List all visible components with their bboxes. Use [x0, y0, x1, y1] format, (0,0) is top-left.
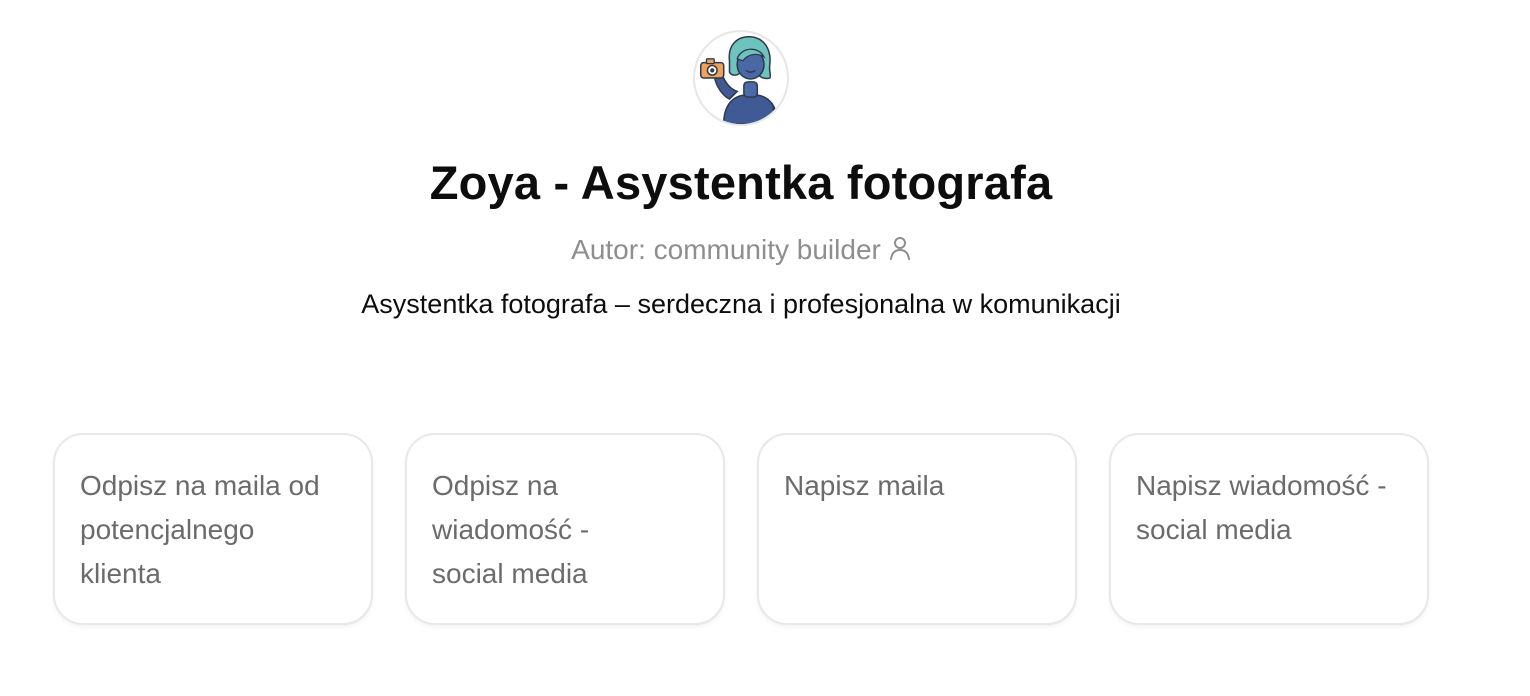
author-row: Autor: community builder: [0, 231, 1482, 269]
photographer-assistant-avatar-icon: [699, 36, 779, 124]
prompt-card-reply-client-email[interactable]: Odpisz na maila od potencjalnego klienta: [53, 433, 373, 625]
gpt-avatar: [693, 30, 789, 126]
prompt-card-label: Odpisz na maila od potencjalnego klienta: [80, 470, 320, 589]
author-label: Autor: community builder: [571, 234, 881, 265]
prompt-card-write-social-message[interactable]: Napisz wiadomość - social media: [1109, 433, 1429, 625]
gpt-title: Zoya - Asystentka fotografa: [429, 156, 1053, 209]
prompt-card-reply-social-message[interactable]: Odpisz na wiadomość - social media: [405, 433, 725, 625]
person-icon: [889, 233, 911, 260]
gpt-description: Asystentka fotografa – serdeczna i profe…: [361, 289, 1121, 319]
prompt-card-write-email[interactable]: Napisz maila: [757, 433, 1077, 625]
prompt-card-label: Odpisz na wiadomość - social media: [432, 470, 590, 589]
prompt-card-label: Napisz maila: [784, 470, 945, 501]
prompt-card-label: Napisz wiadomość - social media: [1136, 470, 1387, 545]
